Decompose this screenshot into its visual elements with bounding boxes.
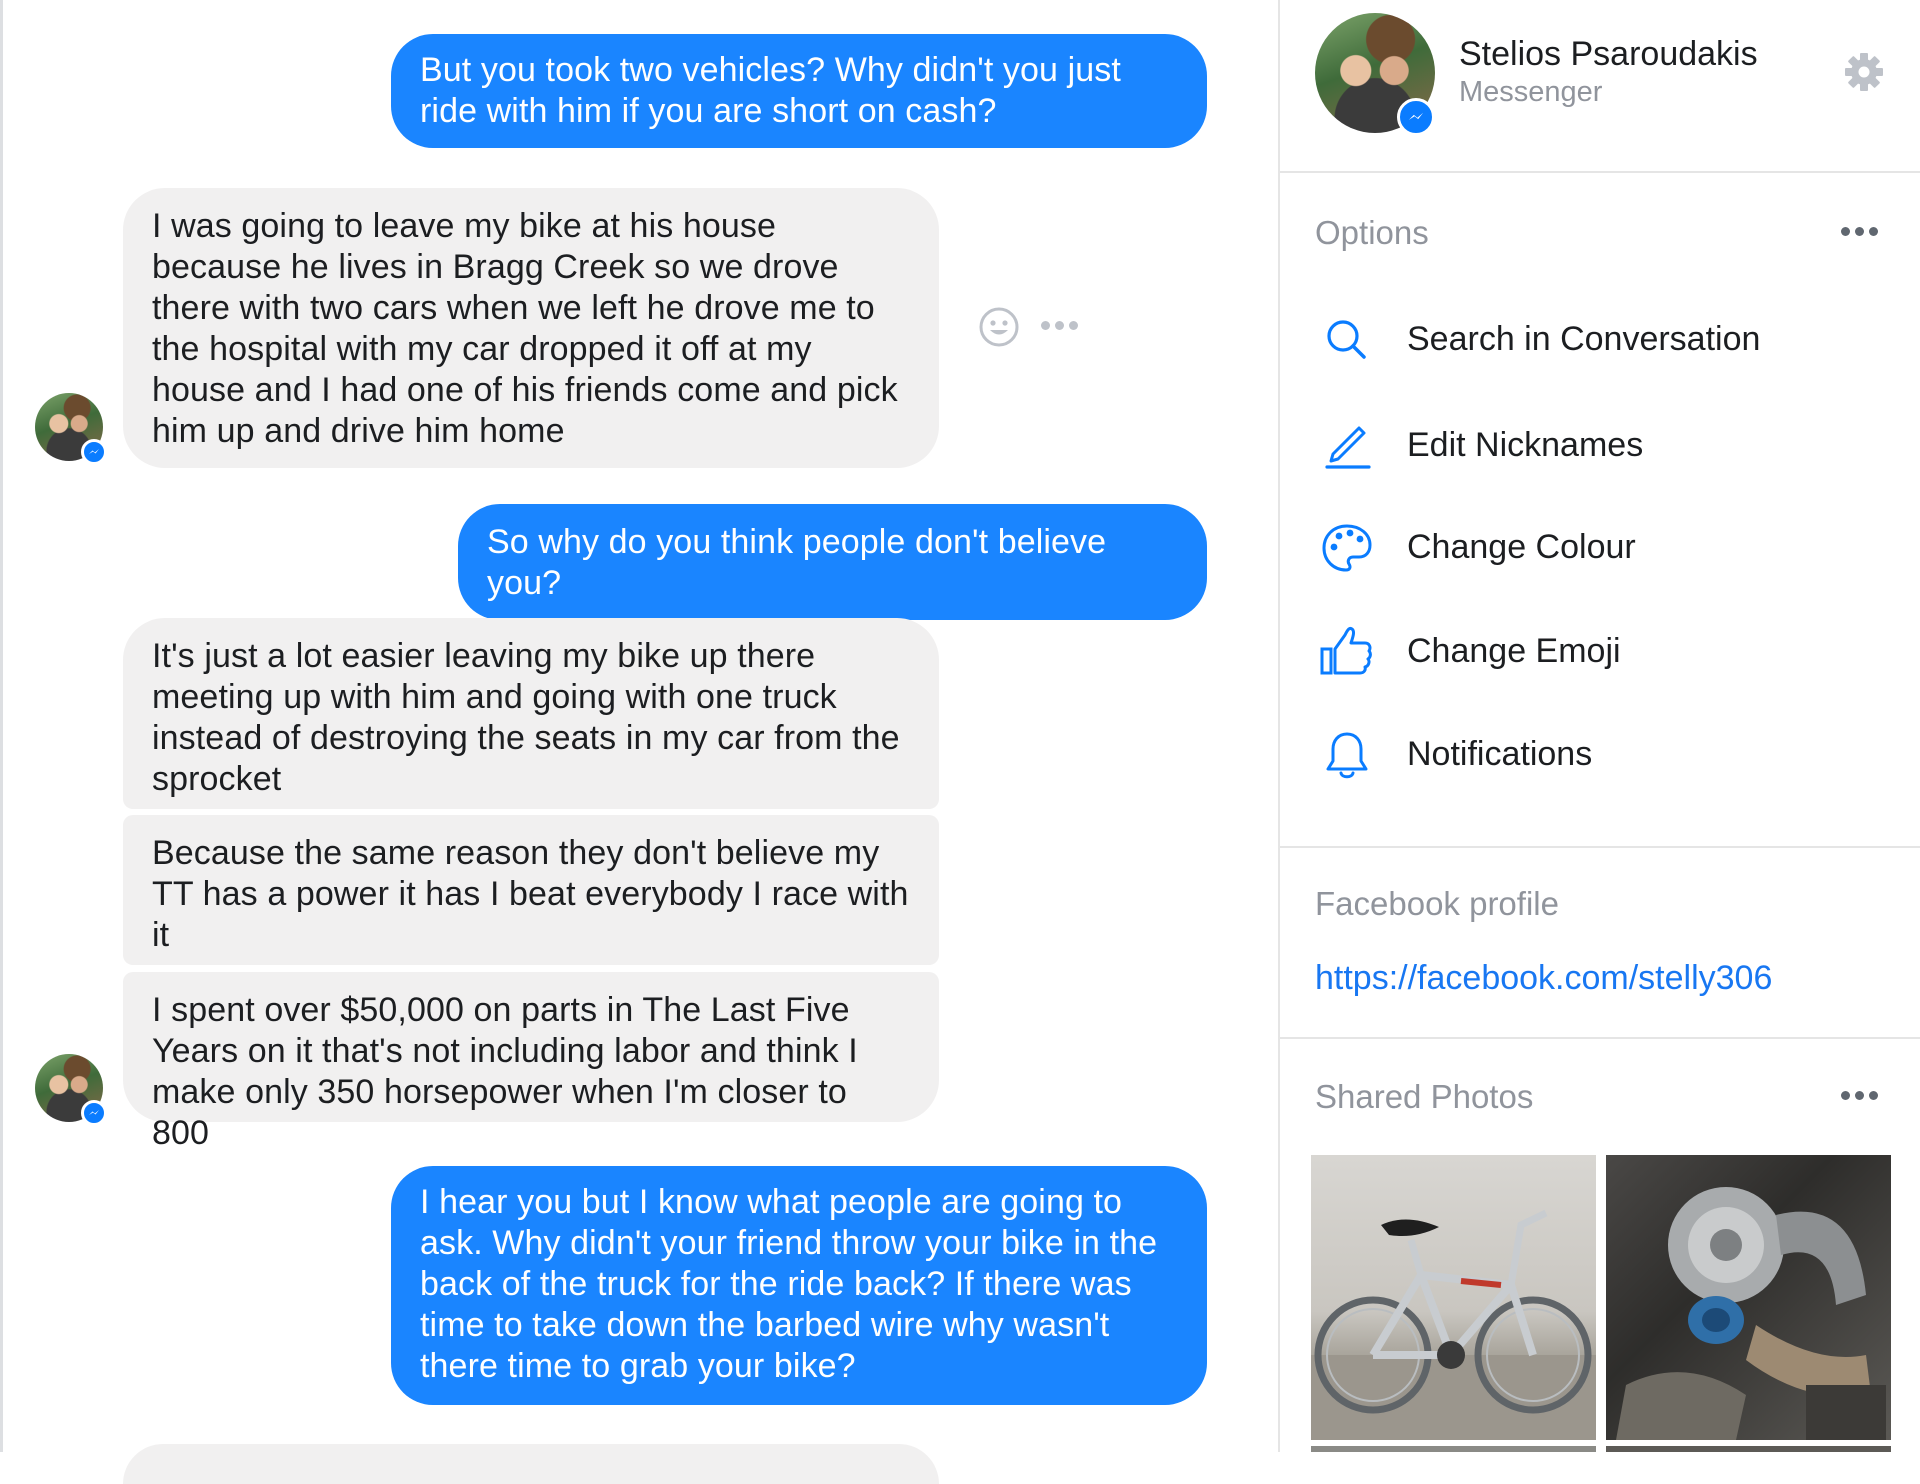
option-edit-nicknames[interactable]: Edit Nicknames	[1280, 414, 1920, 476]
message-incoming-partial[interactable]	[123, 1444, 939, 1484]
option-label: Notifications	[1407, 735, 1593, 773]
message-incoming[interactable]: I was going to leave my bike at his hous…	[123, 188, 939, 468]
turbo-engine-icon	[1616, 1187, 1886, 1440]
conversation-info-panel: Stelios Psaroudakis Messenger Options Se…	[1278, 0, 1920, 1452]
facebook-profile-heading: Facebook profile	[1315, 885, 1559, 922]
react-button[interactable]	[978, 306, 1020, 348]
search-icon	[1327, 320, 1366, 359]
shared-photos-heading: Shared Photos	[1315, 1078, 1534, 1115]
gear-icon	[1845, 53, 1883, 91]
messenger-badge-icon	[1397, 98, 1435, 136]
divider	[1280, 846, 1920, 848]
option-label: Edit Nicknames	[1407, 426, 1644, 464]
shared-photo-partial[interactable]	[1606, 1446, 1891, 1452]
message-incoming[interactable]: Because the same reason they don't belie…	[123, 815, 939, 965]
profile-name: Stelios Psaroudakis	[1459, 35, 1758, 73]
message-outgoing[interactable]: I hear you but I know what people are go…	[391, 1166, 1207, 1405]
more-dots-icon[interactable]	[1041, 321, 1078, 330]
conversation-pane[interactable]: But you took two vehicles? Why didn't yo…	[0, 0, 1278, 1484]
shared-photo-partial[interactable]	[1311, 1446, 1596, 1452]
bell-icon	[1326, 732, 1368, 779]
option-change-colour[interactable]: Change Colour	[1280, 518, 1920, 580]
message-incoming[interactable]: It's just a lot easier leaving my bike u…	[123, 618, 939, 809]
settings-button[interactable]	[1843, 51, 1885, 93]
messenger-badge-icon	[81, 1100, 107, 1126]
profile-subtitle: Messenger	[1459, 76, 1603, 108]
option-search-in-conversation[interactable]: Search in Conversation	[1280, 310, 1920, 372]
option-label: Change Colour	[1407, 528, 1636, 566]
facebook-profile-link[interactable]: https://facebook.com/stelly306	[1315, 959, 1772, 998]
smiley-icon	[979, 307, 1019, 347]
option-label: Change Emoji	[1407, 632, 1621, 670]
option-change-emoji[interactable]: Change Emoji	[1280, 621, 1920, 683]
message-incoming[interactable]: I spent over $50,000 on parts in The Las…	[123, 972, 939, 1152]
thumbs-up-icon	[1320, 627, 1372, 675]
options-more-icon[interactable]	[1841, 227, 1878, 236]
shared-photo-turbo-engine[interactable]	[1606, 1155, 1891, 1440]
option-notifications[interactable]: Notifications	[1280, 725, 1920, 787]
palette-icon	[1322, 524, 1372, 572]
message-outgoing[interactable]: But you took two vehicles? Why didn't yo…	[391, 34, 1207, 148]
options-heading: Options	[1315, 214, 1429, 251]
option-label: Search in Conversation	[1407, 320, 1761, 358]
divider	[1280, 1037, 1920, 1039]
message-outgoing[interactable]: So why do you think people don't believe…	[458, 504, 1207, 620]
divider	[1280, 171, 1920, 173]
pencil-icon	[1325, 426, 1371, 469]
shared-photos-more-icon[interactable]	[1841, 1091, 1878, 1100]
messenger-badge-icon	[81, 439, 107, 465]
bicycle-icon	[1311, 1209, 1596, 1440]
shared-photo-bicycle[interactable]	[1311, 1155, 1596, 1440]
